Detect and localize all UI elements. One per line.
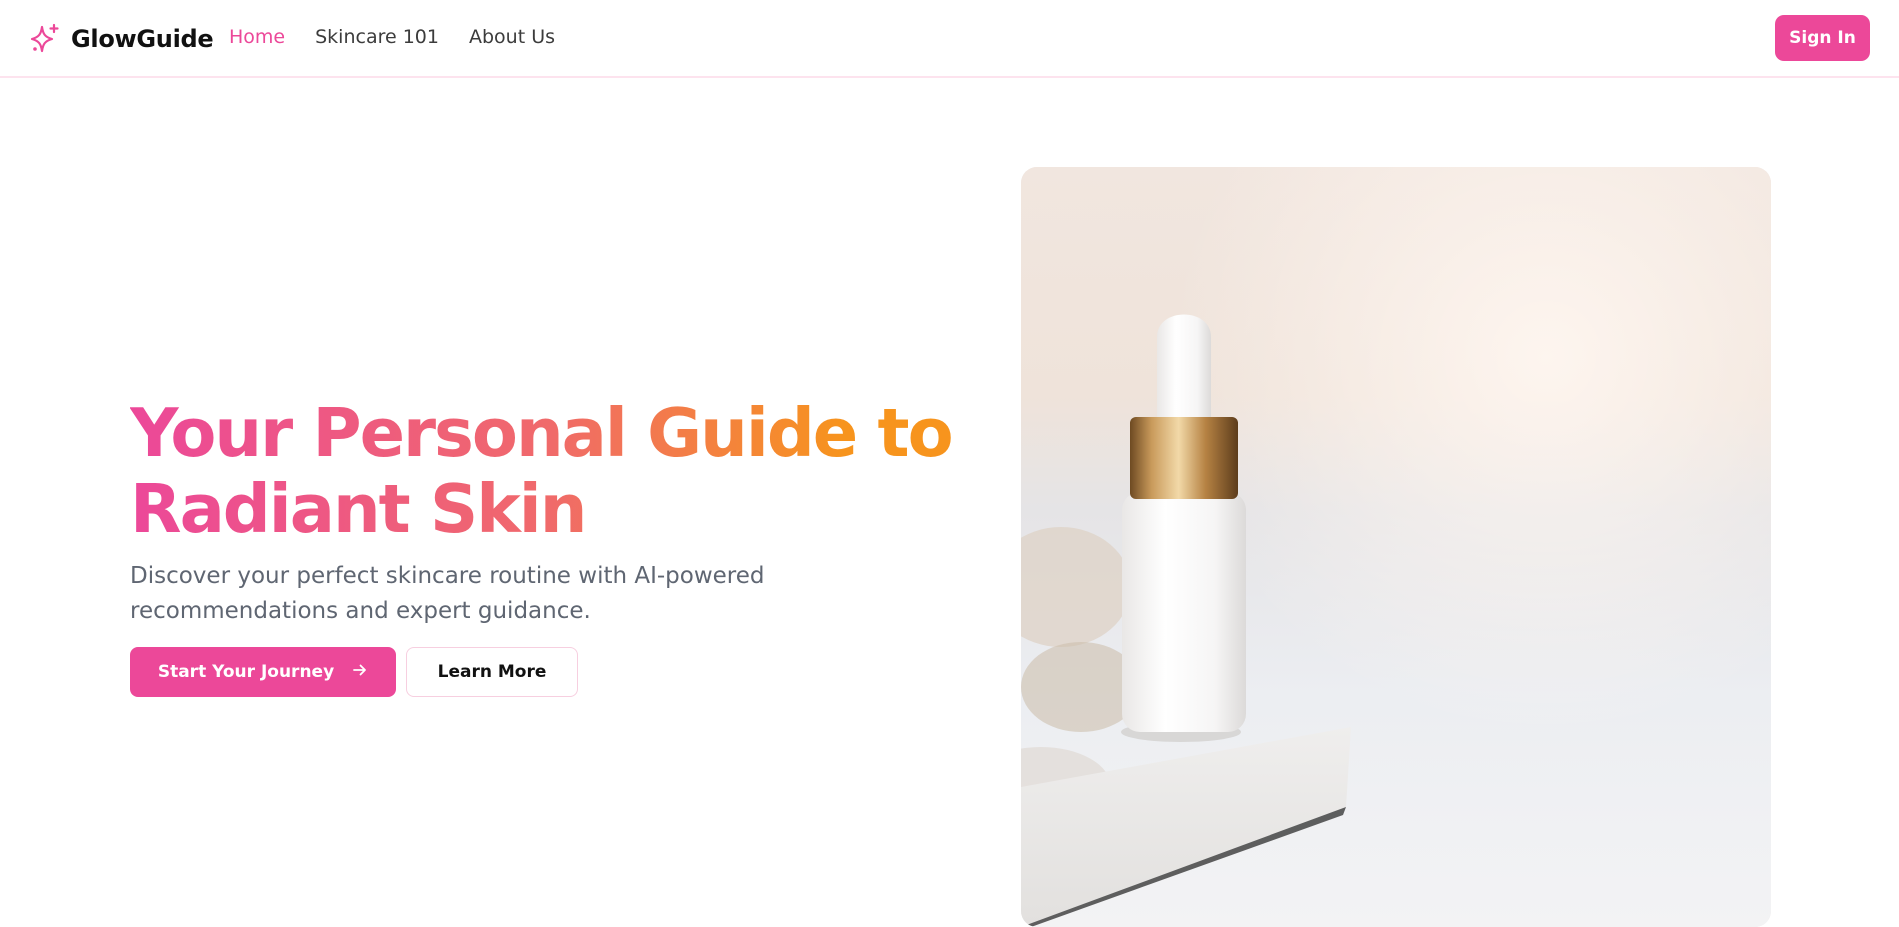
brand-logo[interactable]: GlowGuide xyxy=(29,20,214,58)
nav-link-home[interactable]: Home xyxy=(229,26,285,48)
serum-dropper-bottle-image xyxy=(1021,167,1771,927)
main-nav: Home Skincare 101 About Us xyxy=(229,26,585,48)
sign-in-button[interactable]: Sign In xyxy=(1775,15,1870,61)
hero-section: Your Personal Guide to Radiant Skin Disc… xyxy=(130,395,970,697)
top-navbar: GlowGuide Home Skincare 101 About Us Sig… xyxy=(0,0,1899,78)
brand-name: GlowGuide xyxy=(71,25,214,53)
hero-actions: Start Your Journey Learn More xyxy=(130,647,970,697)
hero-title-line-2: Radiant Skin xyxy=(130,470,586,548)
start-journey-label: Start Your Journey xyxy=(157,662,335,682)
arrow-right-icon xyxy=(352,662,368,683)
nav-link-about-us[interactable]: About Us xyxy=(469,26,555,48)
hero-title: Your Personal Guide to Radiant Skin xyxy=(130,395,970,547)
hero-subtitle: Discover your perfect skincare routine w… xyxy=(130,563,765,624)
learn-more-button[interactable]: Learn More xyxy=(406,647,578,697)
sparkles-icon xyxy=(30,23,59,53)
hero-title-line-1: Your Personal Guide to xyxy=(130,394,952,472)
nav-link-skincare-101[interactable]: Skincare 101 xyxy=(315,26,439,48)
start-journey-button[interactable]: Start Your Journey xyxy=(130,647,396,697)
